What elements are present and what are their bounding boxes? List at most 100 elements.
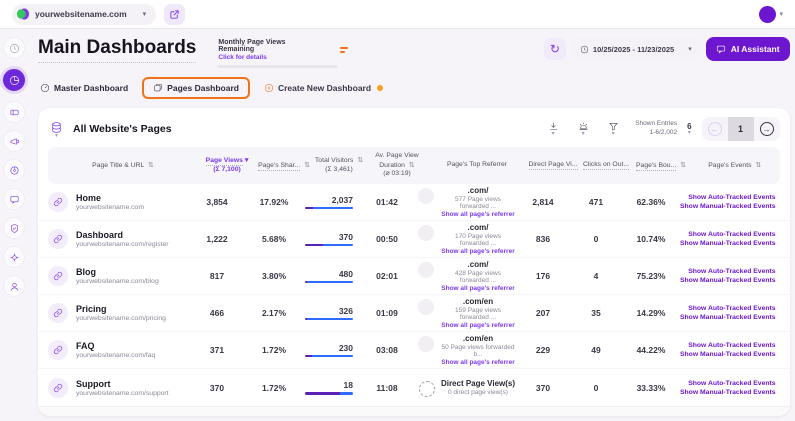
page-title-cell[interactable]: Support	[76, 379, 169, 389]
column-page-views[interactable]: Page Views ▾ (Σ 7,100)	[198, 156, 256, 175]
direct-views-cell: 207	[535, 308, 551, 318]
show-manual-events-link[interactable]: Show Manual-Tracked Events	[680, 389, 776, 396]
column-avg-duration[interactable]: Av. Page View Duration ⇅ (⌀ 03:19)	[366, 152, 428, 179]
column-direct-views[interactable]: Direct Page Vi...	[526, 161, 580, 171]
notification-dot	[377, 85, 384, 91]
current-page: 1	[727, 117, 754, 141]
show-all-referrer-link[interactable]: Show all page's referrer	[440, 285, 516, 292]
show-auto-events-link[interactable]: Show Auto-Tracked Events	[688, 342, 775, 349]
refresh-button[interactable]: ↻	[543, 38, 566, 60]
arrow-left-icon: ←	[707, 122, 722, 136]
sidebar-item-campaigns[interactable]	[3, 130, 25, 152]
avg-duration-cell: 01:42	[376, 197, 398, 207]
total-visitors-cell: 18	[305, 380, 353, 395]
usage-details-link[interactable]: Click for details	[218, 54, 322, 61]
show-all-referrer-link[interactable]: Show all page's referrer	[440, 248, 516, 255]
show-manual-events-link[interactable]: Show Manual-Tracked Events	[680, 203, 776, 210]
card-title: All Website's Pages	[73, 123, 172, 135]
bounce-rate-cell: 44.22%	[636, 345, 666, 355]
alerts-button[interactable]: ▾	[571, 121, 595, 137]
referrer-favicon	[418, 262, 434, 278]
show-manual-events-link[interactable]: Show Manual-Tracked Events	[680, 314, 776, 321]
sidebar-item-dashboards[interactable]	[0, 66, 28, 94]
date-range-picker[interactable]: 10/25/2025 - 11/23/2025 ▾	[571, 38, 700, 60]
sort-icon: ⇅	[304, 161, 310, 169]
website-name: yourwebsitename.com	[35, 9, 127, 19]
total-visitors-cell: 230	[305, 343, 353, 358]
chevron-down-icon: ▾	[581, 131, 585, 137]
page-title-cell[interactable]: Pricing	[76, 304, 166, 314]
total-visitors-cell: 370	[305, 232, 353, 247]
table-row: Support yourwebsitename.com/support 370 …	[38, 369, 790, 406]
column-top-referrer[interactable]: Page's Top Referrer	[428, 161, 526, 170]
pages-icon	[154, 83, 162, 92]
show-all-referrer-link[interactable]: Show all page's referrer	[440, 359, 516, 366]
top-referrer-cell: .com/ 428 Page views forwarded ... Show …	[418, 260, 516, 292]
sidebar-item-behavior[interactable]	[3, 159, 25, 181]
usage-widget[interactable]: Monthly Page Views Remaining Click for d…	[218, 39, 349, 68]
show-manual-events-link[interactable]: Show Manual-Tracked Events	[680, 351, 776, 358]
page-title-cell[interactable]: Blog	[76, 267, 159, 277]
column-outbound-clicks[interactable]: Clicks on Out...	[580, 161, 632, 171]
show-all-referrer-link[interactable]: Show all page's referrer	[440, 322, 516, 329]
sidebar-item-feedback[interactable]	[3, 188, 25, 210]
referrer-favicon	[418, 299, 434, 315]
column-bounce-rate[interactable]: Page's Bou... ⇅	[632, 161, 690, 171]
sidebar-item-settings[interactable]	[3, 246, 25, 268]
tab-master-dashboard[interactable]: Master Dashboard	[40, 83, 128, 93]
link-icon	[48, 266, 68, 286]
account-menu[interactable]: ▾	[759, 5, 783, 23]
sidebar-item-privacy[interactable]	[3, 217, 25, 239]
top-referrer-cell: .com/ 577 Page views forwarded ... Show …	[418, 186, 516, 218]
show-auto-events-link[interactable]: Show Auto-Tracked Events	[688, 380, 775, 387]
database-icon	[52, 121, 61, 133]
direct-views-cell: 229	[535, 345, 551, 355]
plus-circle-icon	[264, 83, 274, 93]
show-manual-events-link[interactable]: Show Manual-Tracked Events	[680, 277, 776, 284]
chevron-down-icon: ▾	[551, 131, 555, 137]
sidebar-item-tickets[interactable]	[3, 101, 25, 123]
bounce-rate-cell: 33.33%	[636, 382, 666, 393]
sidebar-item-clock[interactable]	[3, 37, 25, 59]
date-range-value: 10/25/2025 - 11/23/2025	[592, 44, 675, 54]
show-auto-events-link[interactable]: Show Auto-Tracked Events	[688, 231, 775, 238]
export-button[interactable]: ▾	[541, 121, 565, 137]
column-page-events[interactable]: Page's Events ⇅	[690, 161, 780, 171]
page-title-cell[interactable]: FAQ	[76, 341, 155, 351]
user-icon	[10, 282, 18, 290]
bounce-rate-cell: 75.23%	[636, 271, 666, 281]
link-icon	[48, 229, 68, 249]
page-url-cell: yourwebsitename.com/pricing	[76, 315, 166, 322]
avg-duration-cell: 03:08	[376, 345, 398, 355]
previous-page-button[interactable]: ←	[702, 117, 728, 141]
share-website-button[interactable]	[164, 3, 186, 25]
sidebar-item-account[interactable]	[3, 275, 25, 297]
page-title-cell[interactable]: Dashboard	[76, 230, 169, 240]
tab-create-new-dashboard[interactable]: Create New Dashboard	[264, 83, 384, 93]
page-url-cell: yourwebsitename.com/register	[76, 241, 169, 248]
page-views-cell: 466	[209, 308, 225, 318]
chevron-down-icon: ▾	[688, 46, 692, 53]
tab-pages-dashboard[interactable]: Pages Dashboard	[142, 77, 250, 99]
filter-button[interactable]: ▾	[601, 121, 625, 137]
page-url-cell: yourwebsitename.com/faq	[76, 352, 156, 359]
clock-icon	[580, 45, 589, 53]
show-auto-events-link[interactable]: Show Auto-Tracked Events	[688, 268, 775, 275]
column-page-title[interactable]: Page Title & URL ⇅	[48, 161, 198, 171]
next-page-button[interactable]: →	[754, 117, 780, 141]
show-all-referrer-link[interactable]: Show all page's referrer	[440, 211, 516, 218]
page-size-select[interactable]: 6 ▾	[687, 122, 691, 136]
column-total-visitors[interactable]: Total Visitors ⇅ (Σ 3,461)	[312, 156, 366, 175]
column-pages-share[interactable]: Page's Shar... ⇅	[256, 161, 312, 171]
table-row: FAQ yourwebsitename.com/faq 371 1.72% 23…	[38, 332, 790, 369]
pagination: ← 1 →	[701, 117, 780, 141]
website-selector[interactable]: yourwebsitename.com ▾	[12, 3, 157, 25]
show-manual-events-link[interactable]: Show Manual-Tracked Events	[680, 240, 776, 247]
page-title-cell[interactable]: Home	[76, 193, 144, 203]
show-auto-events-link[interactable]: Show Auto-Tracked Events	[688, 194, 775, 201]
pages-share-cell: 17.92%	[259, 197, 289, 207]
bounce-rate-cell: 10.74%	[636, 234, 666, 244]
ai-assistant-button[interactable]: AI Assistant	[705, 37, 790, 61]
show-auto-events-link[interactable]: Show Auto-Tracked Events	[688, 305, 775, 312]
widget-menu[interactable]: ▾	[50, 121, 63, 139]
